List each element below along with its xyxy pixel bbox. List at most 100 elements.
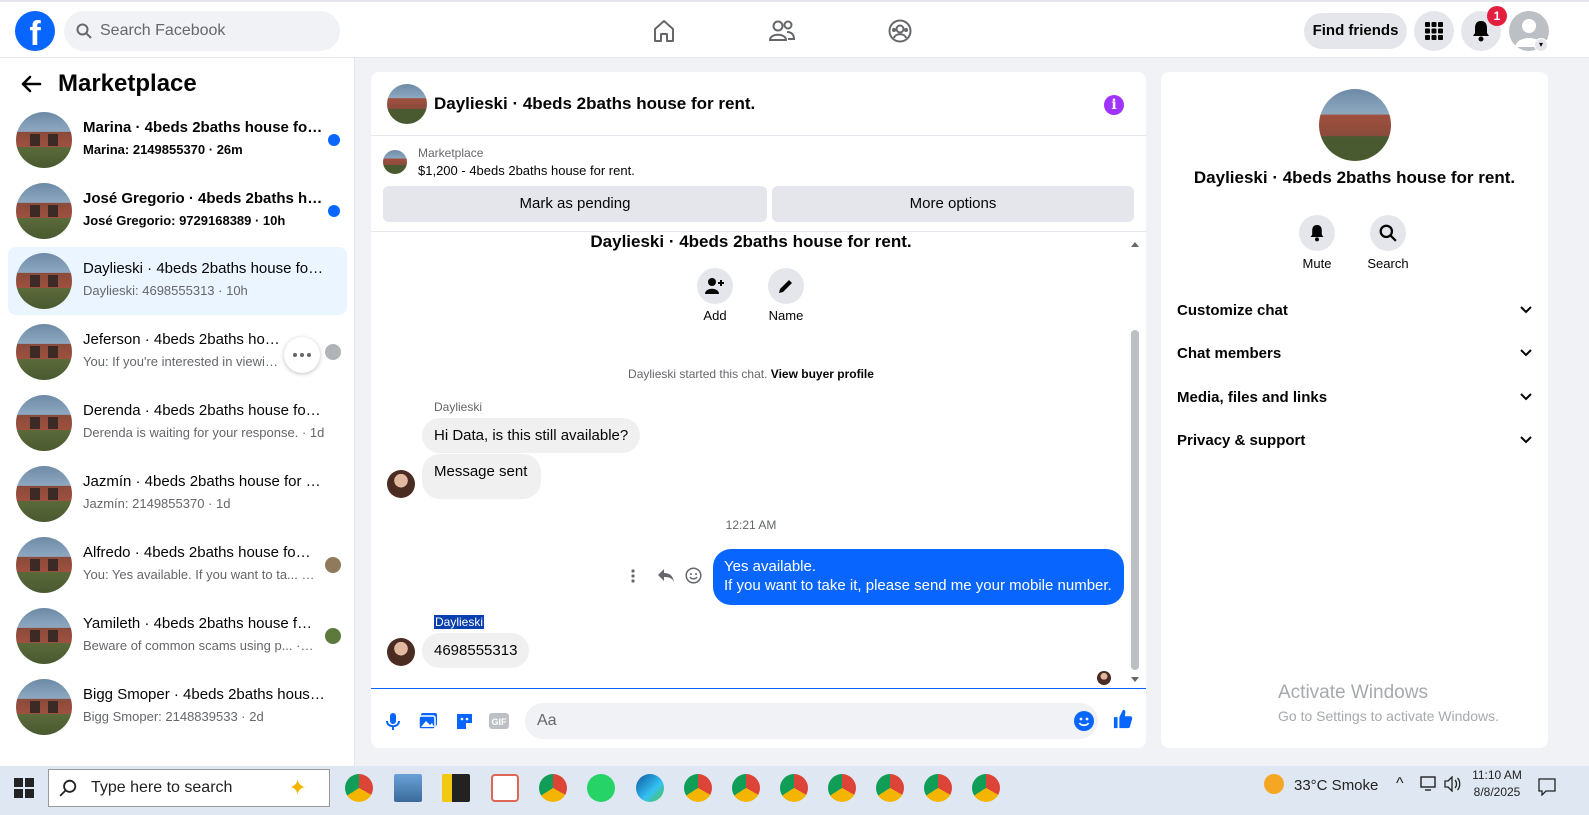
sticky-notes-app-icon[interactable] — [442, 774, 470, 802]
menu-grid-button[interactable] — [1414, 11, 1454, 51]
conversation-preview: You: Yes available. If you want to ta...… — [83, 567, 315, 582]
snipping-tool-app-icon[interactable] — [491, 774, 519, 802]
windows-start-icon[interactable] — [14, 778, 34, 803]
sticker-icon[interactable] — [454, 711, 474, 731]
photo-app-icon[interactable] — [394, 774, 422, 802]
gif-icon[interactable]: GIF — [489, 711, 509, 731]
incoming-message[interactable]: Message sent — [422, 454, 542, 499]
search-box[interactable] — [64, 11, 340, 51]
chevron-down-icon[interactable]: ▾ — [1534, 38, 1548, 52]
sender-avatar[interactable] — [387, 470, 415, 498]
view-buyer-profile-link[interactable]: View buyer profile — [771, 367, 874, 381]
conversation-item-active[interactable]: Daylieski · 4beds 2baths house for rent.… — [8, 247, 347, 315]
privacy-support-row[interactable]: Privacy & support — [1169, 420, 1540, 460]
chrome-app-icon[interactable] — [539, 774, 567, 802]
reply-icon[interactable] — [657, 568, 675, 588]
info-icon[interactable]: i — [1104, 95, 1124, 115]
microphone-icon[interactable] — [383, 711, 403, 731]
search-icon — [76, 23, 92, 39]
conversation-preview: Jazmín: 2149855370 · 1d — [83, 496, 231, 511]
pencil-icon — [779, 280, 792, 293]
customize-chat-row[interactable]: Customize chat — [1169, 290, 1540, 330]
chat-members-row[interactable]: Chat members — [1169, 333, 1540, 373]
conversation-preview: Beware of common scams using p... · 1d — [83, 638, 315, 653]
photo-icon[interactable] — [418, 711, 438, 731]
incoming-message[interactable]: 4698555313 — [422, 633, 530, 668]
conversation-item[interactable]: Yamileth · 4beds 2baths house for rent. … — [8, 602, 347, 670]
conversation-preview: You: If you're interested in viewing... — [83, 354, 283, 369]
react-icon[interactable] — [685, 567, 702, 589]
more-options-button[interactable]: More options — [772, 186, 1134, 222]
emoji-icon[interactable] — [1074, 711, 1094, 731]
search-icon — [1379, 224, 1397, 242]
composer-bar: GIF — [371, 688, 1146, 748]
conversation-title: Yamileth · 4beds 2baths house for rent. — [83, 615, 313, 632]
mark-as-pending-button[interactable]: Mark as pending — [383, 186, 767, 222]
find-friends-button[interactable]: Find friends — [1304, 13, 1407, 49]
chrome-app-icon[interactable] — [828, 774, 856, 802]
mute-button[interactable] — [1299, 215, 1335, 251]
search-input[interactable] — [100, 22, 320, 40]
chat-panel: Daylieski · 4beds 2baths house for rent.… — [371, 72, 1146, 748]
edge-app-icon[interactable] — [636, 774, 664, 802]
mute-label: Mute — [1302, 256, 1332, 271]
conversation-item[interactable]: Bigg Smoper · 4beds 2baths house for ren… — [8, 673, 347, 741]
chrome-app-icon[interactable] — [972, 774, 1000, 802]
chat-scrollbar[interactable] — [1130, 240, 1140, 682]
message-input[interactable] — [525, 703, 1098, 739]
chat-avatar[interactable] — [387, 84, 427, 124]
chrome-app-icon[interactable] — [345, 774, 373, 802]
home-icon[interactable] — [649, 16, 679, 46]
taskbar-search[interactable]: Type here to search ✦ — [48, 769, 330, 807]
chat-info-panel: Daylieski · 4beds 2baths house for rent.… — [1161, 72, 1548, 748]
chrome-app-icon[interactable] — [924, 774, 952, 802]
conversation-title: José Gregorio · 4beds 2baths house for r… — [83, 190, 325, 207]
svg-text:GIF: GIF — [492, 717, 508, 727]
listing-thumbnail — [16, 253, 72, 309]
scroll-thumb[interactable] — [1131, 330, 1139, 670]
add-label: Add — [703, 308, 727, 323]
thumbs-up-icon[interactable] — [1113, 709, 1133, 729]
conversation-item[interactable]: Marina · 4beds 2baths house for rent. Ma… — [8, 106, 347, 174]
incoming-message[interactable]: Hi Data, is this still available? — [422, 418, 641, 453]
listing-thumbnail — [16, 183, 72, 239]
scroll-up-icon[interactable] — [1130, 240, 1140, 248]
edit-name-button[interactable] — [768, 268, 804, 304]
volume-icon[interactable] — [1444, 775, 1462, 795]
message-actions-icon[interactable] — [631, 569, 635, 588]
search-in-chat-button[interactable] — [1370, 215, 1406, 251]
weather-icon[interactable] — [1264, 774, 1284, 794]
listing-price[interactable]: $1,200 - 4beds 2baths house for rent. — [418, 163, 635, 178]
chrome-app-icon[interactable] — [684, 774, 712, 802]
row-label: Chat members — [1177, 344, 1282, 362]
unread-dot — [328, 134, 340, 146]
chat-started-notice: Daylieski started this chat. View buyer … — [371, 367, 1131, 381]
add-person-button[interactable] — [697, 268, 733, 304]
network-icon[interactable] — [1420, 776, 1438, 795]
media-files-links-row[interactable]: Media, files and links — [1169, 377, 1540, 417]
facebook-logo[interactable]: f — [15, 11, 55, 51]
whatsapp-app-icon[interactable] — [587, 774, 615, 802]
weather-text[interactable]: 33°C Smoke — [1294, 777, 1378, 794]
taskbar-clock[interactable]: 11:10 AM 8/8/2025 — [1472, 768, 1522, 799]
outgoing-message[interactable]: Yes available. If you want to take it, p… — [713, 549, 1124, 605]
chrome-app-icon[interactable] — [780, 774, 808, 802]
conversation-item[interactable]: Alfredo · 4beds 2baths house for rent. Y… — [8, 531, 347, 599]
sidebar-title: Marketplace — [58, 70, 197, 97]
scroll-down-icon[interactable] — [1130, 676, 1140, 684]
chat-title[interactable]: Daylieski · 4beds 2baths house for rent. — [434, 94, 755, 114]
conversation-preview: Bigg Smoper: 2148839533 · 2d — [83, 709, 264, 724]
chrome-app-icon[interactable] — [876, 774, 904, 802]
conversation-item[interactable]: Derenda · 4beds 2baths house for rent. D… — [8, 389, 347, 457]
row-label: Customize chat — [1177, 301, 1288, 319]
sender-avatar[interactable] — [387, 638, 415, 666]
back-arrow-icon[interactable] — [20, 75, 42, 93]
friends-icon[interactable] — [767, 16, 797, 46]
chrome-app-icon[interactable] — [732, 774, 760, 802]
notification-center-icon[interactable] — [1538, 778, 1556, 801]
groups-icon[interactable] — [885, 16, 915, 46]
chevron-up-icon[interactable]: ^ — [1396, 775, 1404, 793]
conversation-item[interactable]: José Gregorio · 4beds 2baths house for r… — [8, 177, 347, 245]
conversation-more-button[interactable] — [284, 337, 320, 373]
conversation-item[interactable]: Jazmín · 4beds 2baths house for rent. Ja… — [8, 460, 347, 528]
